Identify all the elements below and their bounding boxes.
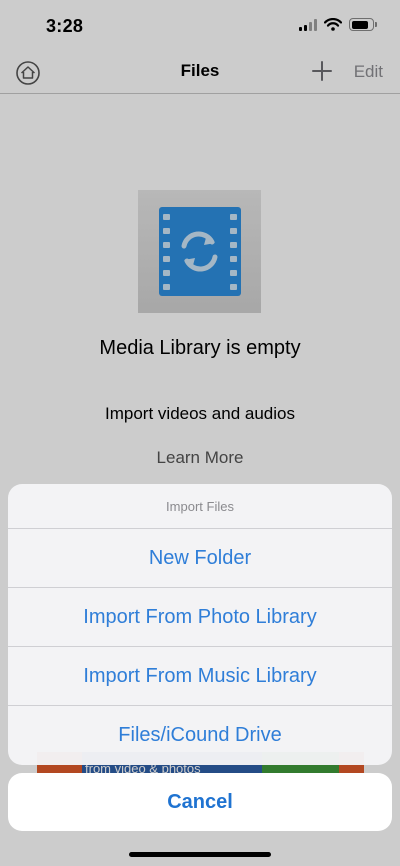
import-photo-library-button[interactable]: Import From Photo Library bbox=[8, 588, 392, 647]
new-folder-button[interactable]: New Folder bbox=[8, 529, 392, 588]
import-music-library-button[interactable]: Import From Music Library bbox=[8, 647, 392, 706]
import-action-sheet: Import Files New Folder Import From Phot… bbox=[8, 484, 392, 765]
home-indicator[interactable] bbox=[129, 852, 271, 857]
cancel-button[interactable]: Cancel bbox=[8, 773, 392, 831]
action-sheet-title: Import Files bbox=[8, 484, 392, 529]
files-icloud-drive-button[interactable]: Files/iCound Drive bbox=[8, 706, 392, 765]
